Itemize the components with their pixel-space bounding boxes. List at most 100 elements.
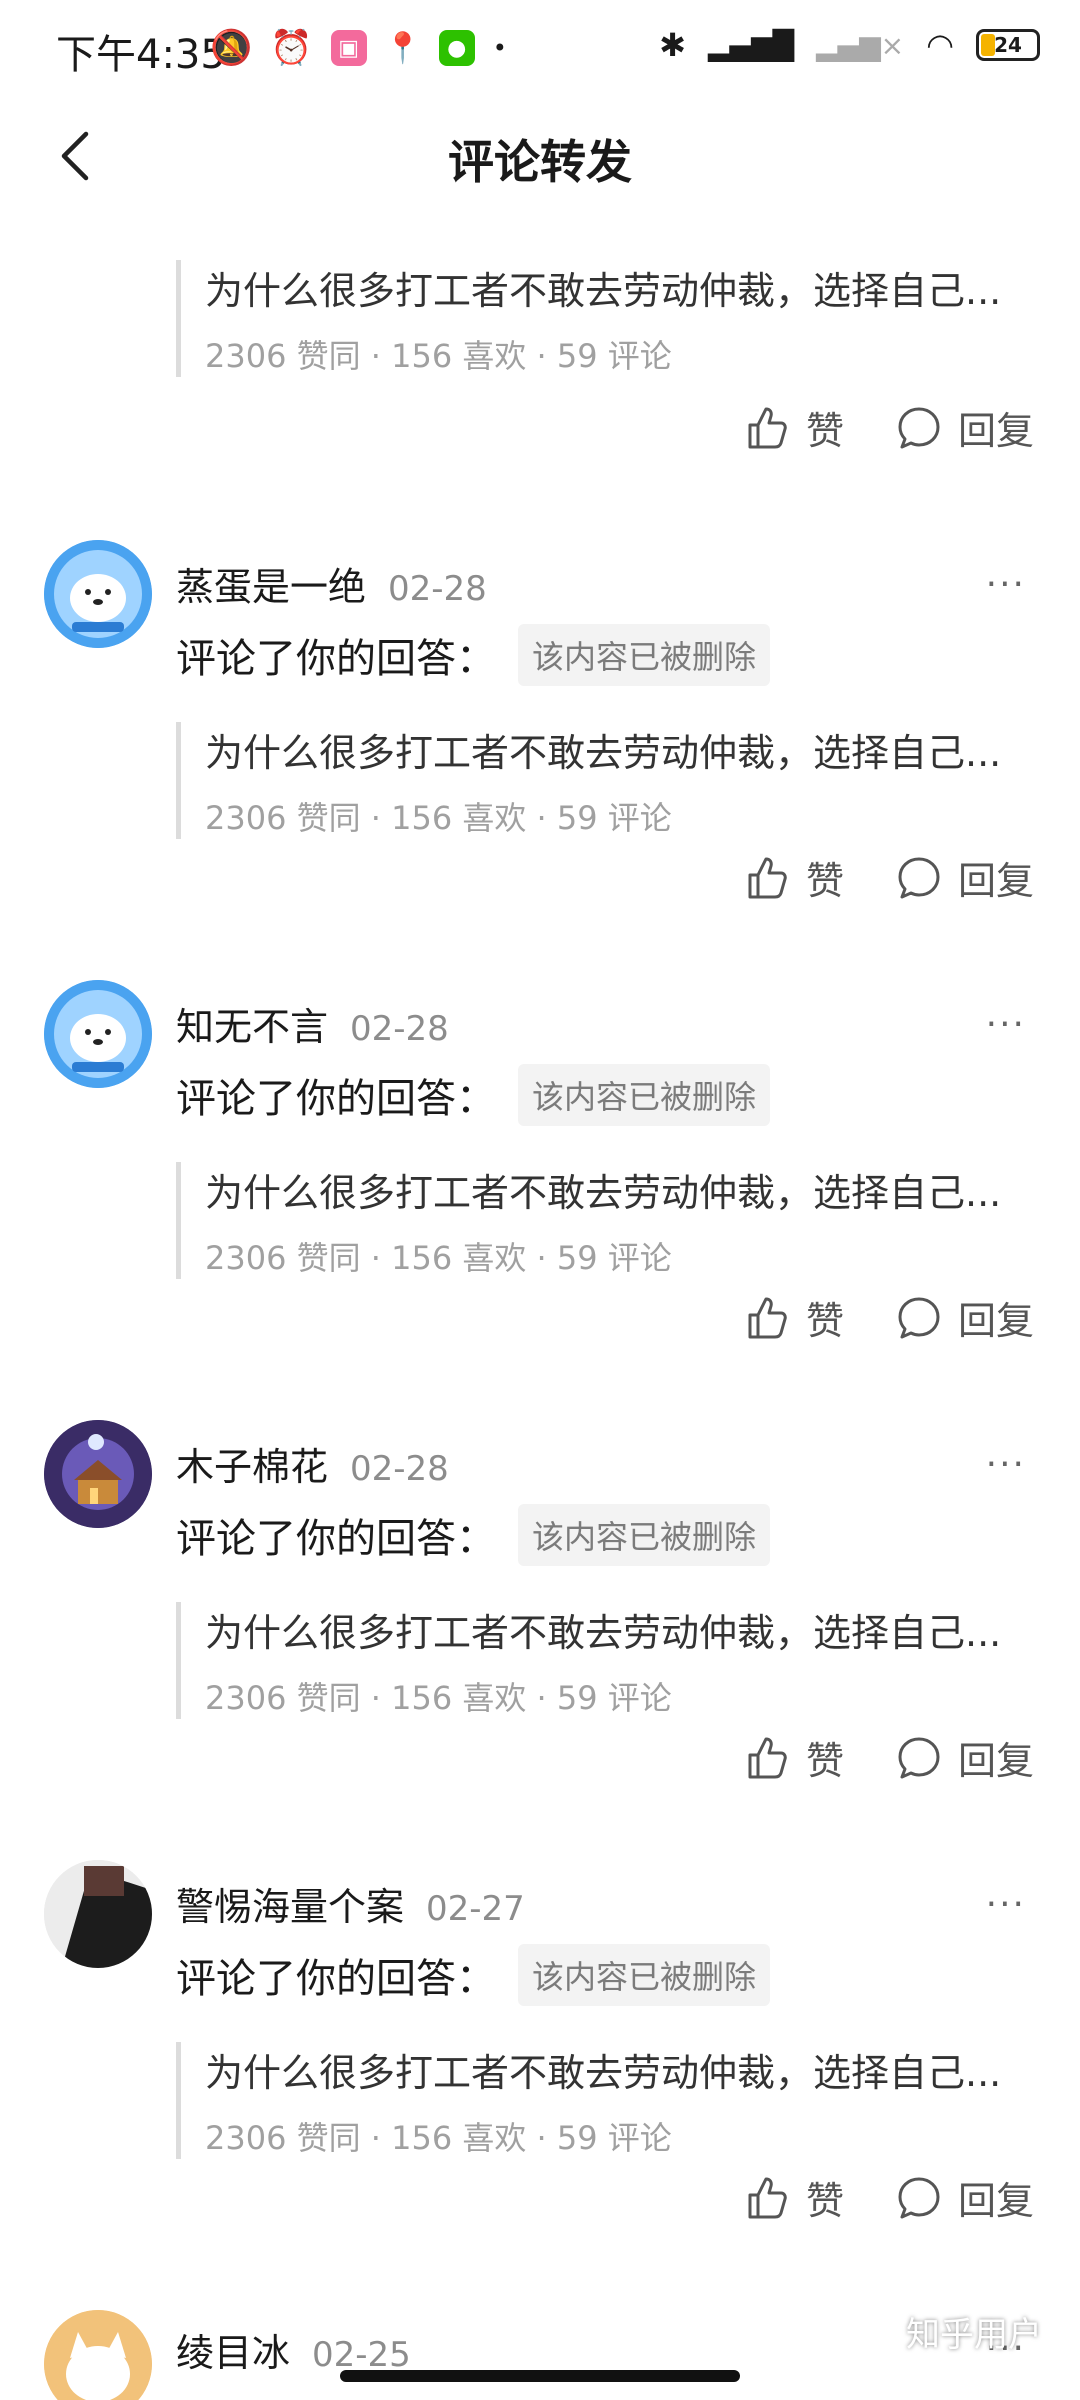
like-button[interactable]: 赞 — [742, 850, 844, 905]
notification-icons: 🔕 ⏰ ▣ 📍 ● • — [210, 28, 507, 68]
quoted-answer-stats: 2306 赞同 · 156 喜欢 · 59 评论 — [205, 2119, 672, 2157]
signal-icon: ▂▄▆█ — [707, 28, 795, 62]
alarm-icon: ⏰ — [270, 28, 313, 68]
user-name[interactable]: 警惕海量个案 — [176, 1885, 404, 1929]
avatar[interactable] — [44, 1860, 152, 1968]
deleted-content-badge: 该内容已被删除 — [518, 1064, 771, 1126]
quoted-answer-title: 为什么很多打工者不敢去劳动仲裁，选择自己... — [205, 1171, 1002, 1215]
thumbs-up-icon — [748, 1737, 787, 1778]
more-options-icon[interactable]: ··· — [986, 1884, 1026, 1925]
nav-bar: 评论转发 — [0, 104, 1080, 210]
avatar[interactable] — [44, 980, 152, 1088]
reply-label: 回复 — [957, 1299, 1034, 1343]
avatar[interactable] — [44, 2310, 152, 2400]
like-label: 赞 — [805, 1299, 844, 1343]
comment-date: 02-28 — [388, 569, 487, 609]
list-item[interactable]: 木子棉花 02-28 ··· 评论了你的回答： 该内容已被删除 为什么很多打工者不敢… — [0, 1390, 1080, 1830]
quoted-answer-title: 为什么很多打工者不敢去劳动仲裁，选择自己... — [205, 269, 1002, 313]
like-button[interactable]: 赞 — [742, 1730, 844, 1785]
like-label: 赞 — [805, 859, 844, 903]
cat-avatar-icon — [44, 2310, 152, 2400]
user-photo-avatar-icon — [44, 1860, 152, 1968]
signal-off-icon: ▂▄▆× — [816, 28, 905, 62]
avatar[interactable] — [44, 1420, 152, 1528]
thumbs-up-icon — [748, 1297, 787, 1338]
more-options-icon[interactable]: ··· — [986, 1444, 1026, 1485]
avatar[interactable] — [44, 540, 152, 648]
quoted-answer-title: 为什么很多打工者不敢去劳动仲裁，选择自己... — [205, 2051, 1002, 2095]
reply-button[interactable]: 回复 — [894, 1730, 1034, 1785]
user-name-row[interactable]: 知无不言 02-28 — [176, 996, 449, 1051]
user-name-row[interactable]: 绫目冰 02-25 — [176, 2322, 411, 2377]
quoted-answer-title: 为什么很多打工者不敢去劳动仲裁，选择自己... — [205, 1611, 1002, 1655]
user-name[interactable]: 绫目冰 — [176, 2331, 290, 2375]
quoted-answer[interactable]: 为什么很多打工者不敢去劳动仲裁，选择自己... 2306 赞同 · 156 喜欢… — [176, 2042, 1055, 2159]
battery-icon: 24 — [976, 29, 1040, 61]
like-button[interactable]: 赞 — [742, 2170, 844, 2225]
user-name-row[interactable]: 木子棉花 02-28 — [176, 1436, 449, 1491]
dot-icon: • — [492, 34, 507, 62]
more-options-icon[interactable]: ··· — [986, 564, 1026, 605]
status-time: 下午4:35 — [56, 32, 226, 78]
wechat-icon: ● — [438, 30, 475, 66]
bluetooth-icon: ✱ — [659, 26, 686, 64]
system-icons: ✱ ▂▄▆█ ▂▄▆× ◠ 24 — [659, 26, 1040, 64]
action-text: 评论了你的回答： — [176, 1516, 496, 1562]
list-item[interactable]: 为什么很多打工者不敢去劳动仲裁，选择自己... 2306 赞同 · 156 喜欢… — [0, 210, 1080, 510]
quoted-answer[interactable]: 为什么很多打工者不敢去劳动仲裁，选择自己... 2306 赞同 · 156 喜欢… — [176, 722, 1055, 839]
reply-label: 回复 — [957, 2179, 1034, 2223]
quoted-answer[interactable]: 为什么很多打工者不敢去劳动仲裁，选择自己... 2306 赞同 · 156 喜欢… — [176, 260, 1055, 377]
deleted-content-badge: 该内容已被删除 — [518, 1504, 771, 1566]
quoted-answer-stats: 2306 赞同 · 156 喜欢 · 59 评论 — [205, 1679, 672, 1717]
list-item[interactable]: 知无不言 02-28 ··· 评论了你的回答： 该内容已被删除 为什么很多打工者不敢… — [0, 950, 1080, 1390]
comment-bubble-icon — [898, 1297, 940, 1338]
thumbs-up-icon — [748, 857, 787, 898]
quoted-answer-stats: 2306 赞同 · 156 喜欢 · 59 评论 — [205, 337, 672, 375]
list-item[interactable]: 警惕海量个案 02-27 ··· 评论了你的回答： 该内容已被删除 为什么很多打工者… — [0, 1830, 1080, 2270]
reply-button[interactable]: 回复 — [894, 400, 1034, 455]
user-name[interactable]: 蒸蛋是一绝 — [176, 565, 366, 609]
action-text: 评论了你的回答： — [176, 1076, 496, 1122]
comment-bubble-icon — [898, 407, 940, 448]
quoted-answer[interactable]: 为什么很多打工者不敢去劳动仲裁，选择自己... 2306 赞同 · 156 喜欢… — [176, 1162, 1055, 1279]
action-text: 评论了你的回答： — [176, 1956, 496, 2002]
user-name-row[interactable]: 警惕海量个案 02-27 — [176, 1876, 525, 1931]
quoted-answer-stats: 2306 赞同 · 156 喜欢 · 59 评论 — [205, 799, 672, 837]
comment-bubble-icon — [898, 1737, 940, 1778]
more-options-icon[interactable]: ··· — [986, 1004, 1026, 1045]
reply-button[interactable]: 回复 — [894, 2170, 1034, 2225]
quoted-answer[interactable]: 为什么很多打工者不敢去劳动仲裁，选择自己... 2306 赞同 · 156 喜欢… — [176, 1602, 1055, 1719]
like-label: 赞 — [805, 1739, 844, 1783]
reply-button[interactable]: 回复 — [894, 1290, 1034, 1345]
watermark: 知乎用户 — [906, 2315, 1042, 2355]
comment-bubble-icon — [898, 2177, 940, 2218]
deleted-content-badge: 该内容已被删除 — [518, 1944, 771, 2006]
user-name[interactable]: 知无不言 — [176, 1005, 328, 1049]
user-name-row[interactable]: 蒸蛋是一绝 02-28 — [176, 556, 487, 611]
mute-bell-icon: 🔕 — [210, 28, 253, 68]
deleted-content-badge: 该内容已被删除 — [518, 624, 771, 686]
comment-bubble-icon — [898, 857, 940, 898]
list-item[interactable]: 蒸蛋是一绝 02-28 ··· 评论了你的回答： 该内容已被删除 为什么很多打工者不… — [0, 510, 1080, 950]
polar-bear-avatar-icon — [44, 540, 152, 648]
comment-date: 02-28 — [350, 1449, 449, 1489]
comment-date: 02-25 — [312, 2335, 411, 2375]
battery-level: 24 — [994, 33, 1022, 57]
quoted-answer-stats: 2306 赞同 · 156 喜欢 · 59 评论 — [205, 1239, 672, 1277]
home-indicator[interactable] — [340, 2370, 740, 2382]
comment-date: 02-28 — [350, 1009, 449, 1049]
comment-date: 02-27 — [426, 1889, 525, 1929]
reply-button[interactable]: 回复 — [894, 850, 1034, 905]
reply-label: 回复 — [957, 859, 1034, 903]
like-button[interactable]: 赞 — [742, 1290, 844, 1345]
quoted-answer-title: 为什么很多打工者不敢去劳动仲裁，选择自己... — [205, 731, 1002, 775]
action-text: 评论了你的回答： — [176, 636, 496, 682]
reply-label: 回复 — [957, 409, 1034, 453]
thumbs-up-icon — [748, 2177, 787, 2218]
thumbs-up-icon — [748, 407, 787, 448]
user-name[interactable]: 木子棉花 — [176, 1445, 328, 1489]
comment-feed[interactable]: 为什么很多打工者不敢去劳动仲裁，选择自己... 2306 赞同 · 156 喜欢… — [0, 210, 1080, 2270]
wifi-icon: ◠ — [926, 26, 954, 64]
like-button[interactable]: 赞 — [742, 400, 844, 455]
status-bar: 下午4:35 🔕 ⏰ ▣ 📍 ● • ✱ ▂▄▆█ ▂▄▆× ◠ 24 — [0, 0, 1080, 104]
